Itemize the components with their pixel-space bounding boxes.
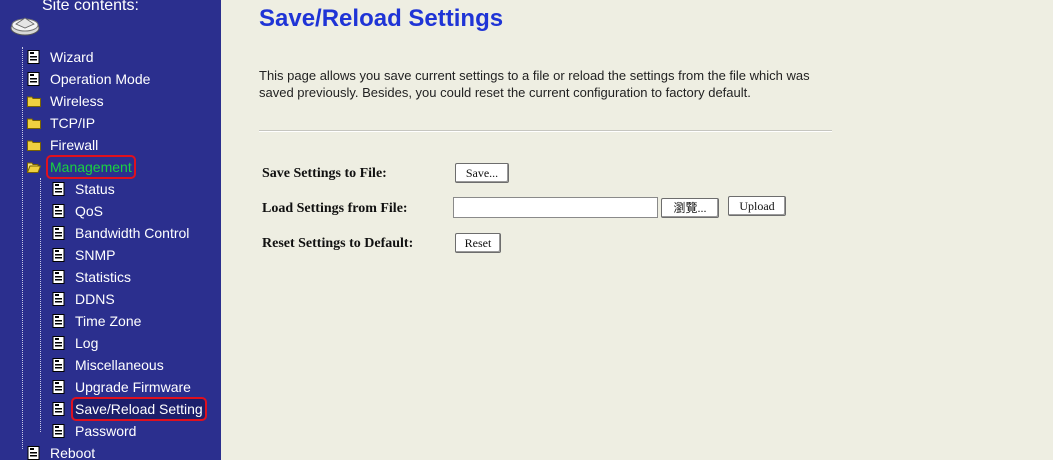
sidebar-item-label: DDNS: [75, 291, 115, 307]
page-icon: [52, 358, 65, 372]
sidebar-item-label: Upgrade Firmware: [75, 379, 191, 395]
file-path-input[interactable]: [453, 197, 658, 218]
save-button[interactable]: Save...: [455, 163, 509, 183]
sidebar-item-label: Management: [46, 155, 136, 179]
folder-open-icon: [27, 162, 41, 173]
folder-icon: [27, 140, 41, 151]
page-icon: [52, 292, 65, 306]
page-icon: [52, 314, 65, 328]
save-settings-label: Save Settings to File:: [262, 166, 387, 181]
sidebar-item-label: Log: [75, 335, 99, 351]
load-settings-label: Load Settings from File:: [262, 201, 408, 216]
folder-icon: [27, 96, 41, 107]
sidebar-item-label: SNMP: [75, 247, 116, 263]
page-icon: [52, 402, 65, 416]
sidebar-item-label: Status: [75, 181, 115, 197]
reset-button[interactable]: Reset: [455, 233, 501, 253]
page-icon: [52, 380, 65, 394]
divider: [259, 130, 832, 132]
sidebar: Site contents: Wizard Operation Mode Wir…: [0, 0, 221, 460]
upload-button[interactable]: Upload: [728, 196, 786, 216]
sidebar-title: Site contents:: [42, 0, 139, 14]
page-title: Save/Reload Settings: [259, 5, 504, 32]
page-icon: [27, 72, 40, 86]
page-icon: [52, 204, 65, 218]
page-icon: [27, 50, 40, 64]
sidebar-item-label: Operation Mode: [50, 71, 151, 87]
page-icon: [52, 270, 65, 284]
page-icon: [52, 336, 65, 350]
browse-button[interactable]: 瀏覽...: [661, 198, 719, 218]
page-icon: [52, 226, 65, 240]
sidebar-header: Site contents:: [6, 0, 221, 36]
page-icon: [52, 424, 65, 438]
page-icon: [52, 182, 65, 196]
sidebar-item-label: QoS: [75, 203, 104, 219]
sidebar-item-label: Time Zone: [75, 313, 142, 329]
page-icon: [27, 446, 40, 460]
site-contents-icon: [10, 17, 40, 36]
sidebar-item-label: Bandwidth Control: [75, 225, 190, 241]
sidebar-item-label: Wireless: [50, 93, 104, 109]
sidebar-item-label: Save/Reload Setting: [71, 397, 207, 421]
content-panel: Save/Reload Settings This page allows yo…: [221, 0, 1053, 460]
folder-icon: [27, 118, 41, 129]
sidebar-item-label: Miscellaneous: [75, 357, 164, 373]
sidebar-item-label: Statistics: [75, 269, 132, 285]
sidebar-item-label: TCP/IP: [50, 115, 96, 131]
reset-settings-label: Reset Settings to Default:: [262, 236, 414, 251]
sidebar-item-label: Firewall: [50, 137, 99, 153]
sidebar-item-label: Reboot: [50, 445, 96, 460]
sidebar-item-label: Password: [75, 423, 137, 439]
page-icon: [52, 248, 65, 262]
sidebar-item-label: Wizard: [50, 49, 94, 65]
page-description: This page allows you save current settin…: [259, 68, 810, 100]
